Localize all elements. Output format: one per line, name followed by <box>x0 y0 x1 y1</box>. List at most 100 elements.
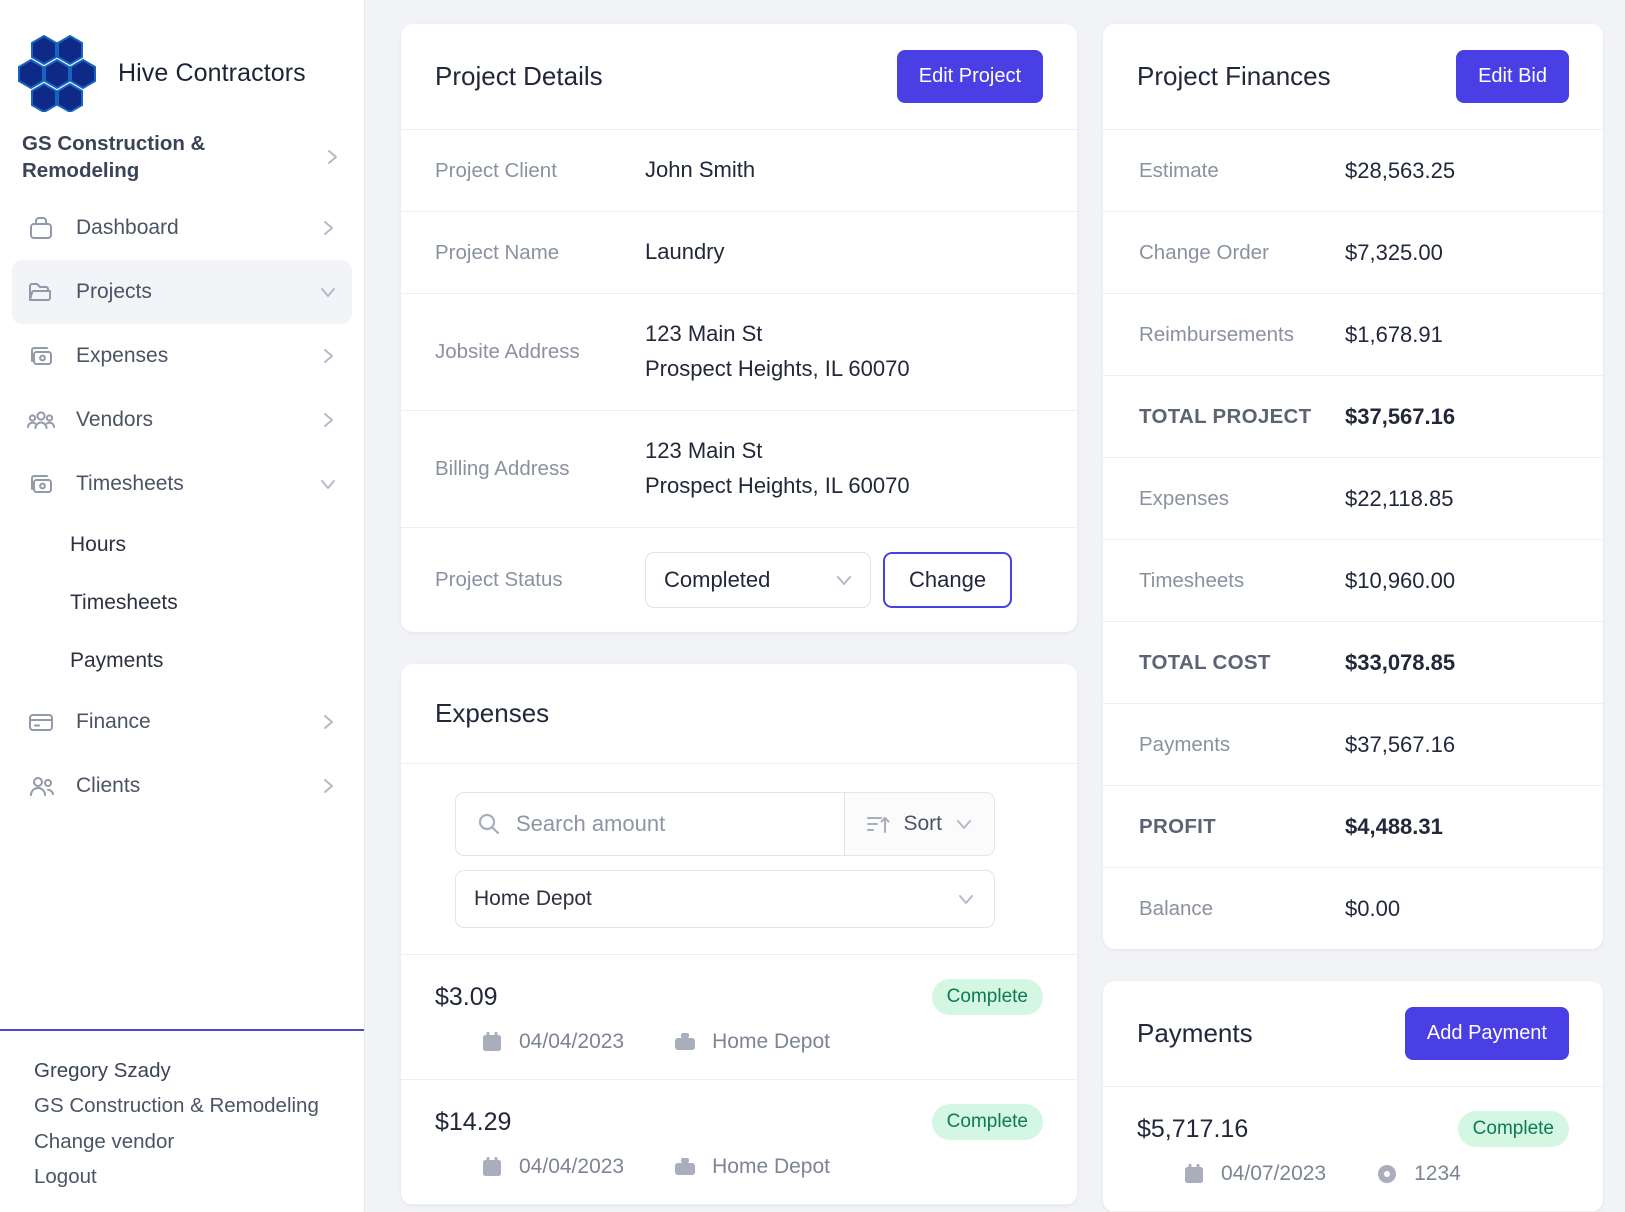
page-title: Project Details <box>435 61 603 91</box>
expense-vendor: Home Depot <box>672 1029 830 1055</box>
sidebar-item-label: Projects <box>76 280 152 304</box>
project-status-select[interactable]: Completed <box>645 552 871 608</box>
expense-date-text: 04/04/2023 <box>519 1155 625 1178</box>
sidebar-item-finance[interactable]: Finance <box>12 690 352 754</box>
sidebar-item-dashboard[interactable]: Dashboard <box>12 196 352 260</box>
finance-row: Timesheets $10,960.00 <box>1103 540 1603 622</box>
chevron-right-icon <box>318 410 338 430</box>
detail-row-jobsite-address: Jobsite Address 123 Main St Prospect Hei… <box>401 294 1077 411</box>
change-status-button[interactable]: Change <box>883 552 1013 608</box>
payment-date-text: 04/07/2023 <box>1221 1162 1327 1186</box>
expense-row-meta: 04/04/2023 Home Depot <box>435 1029 1043 1055</box>
expense-vendor-text: Home Depot <box>712 1155 830 1178</box>
briefcase-icon <box>672 1029 698 1055</box>
money-stack-icon <box>26 469 56 499</box>
finance-label: Timesheets <box>1139 568 1245 592</box>
expenses-search-row: Sort <box>455 792 995 856</box>
chevron-right-icon <box>318 776 338 796</box>
finance-value: $0.00 <box>1345 896 1401 921</box>
detail-row-billing-address: Billing Address 123 Main St Prospect Hei… <box>401 411 1077 528</box>
expense-row-meta: 04/04/2023 Home Depot <box>435 1154 1043 1180</box>
detail-row-client: Project Client John Smith <box>401 130 1077 212</box>
payment-row-meta: 04/07/2023 1234 <box>1137 1161 1569 1187</box>
expense-date: 04/04/2023 <box>479 1154 624 1180</box>
finance-row-total-project: TOTAL PROJECT $37,567.16 <box>1103 376 1603 458</box>
add-payment-button[interactable]: Add Payment <box>1404 1007 1569 1061</box>
sidebar-subitem-hours[interactable]: Hours <box>0 516 364 574</box>
chevron-down-icon <box>318 474 338 494</box>
sidebar-item-expenses[interactable]: Expenses <box>12 324 352 388</box>
finance-label: Estimate <box>1139 158 1219 182</box>
sidebar-item-label: Dashboard <box>76 216 179 240</box>
expense-amount: $3.09 <box>435 982 498 1011</box>
detail-value: Laundry <box>645 239 725 265</box>
sidebar-subitem-label: Timesheets <box>70 591 178 615</box>
finance-row: Reimbursements $1,678.91 <box>1103 294 1603 376</box>
sidebar-nav: Dashboard Projects Expenses Vendors Time… <box>0 194 364 818</box>
sidebar-org-selector[interactable]: GS Construction & Remodeling <box>0 120 364 194</box>
expense-row-top: $14.29 Complete <box>435 1104 1043 1140</box>
chevron-down-icon <box>954 814 974 834</box>
calendar-icon <box>479 1029 505 1055</box>
sort-icon <box>865 811 891 837</box>
detail-label: Project Name <box>435 240 560 264</box>
people-group-icon <box>26 405 56 435</box>
finance-row: Estimate $28,563.25 <box>1103 130 1603 212</box>
payment-row[interactable]: $5,717.16 Complete 04/07/2023 1234 <box>1103 1087 1603 1212</box>
chevron-down-icon <box>956 889 976 909</box>
expense-row[interactable]: $14.29 Complete 04/04/2023 Home Depot <box>401 1080 1077 1205</box>
payments-card: Payments Add Payment $5,717.16 Complete <box>1103 981 1603 1212</box>
sidebar-item-label: Timesheets <box>76 472 184 496</box>
coin-icon <box>1374 1161 1400 1187</box>
vendor-filter-select[interactable]: Home Depot <box>455 870 995 928</box>
folder-icon <box>26 277 56 307</box>
chevron-right-icon <box>318 346 338 366</box>
finance-value: $37,567.16 <box>1345 403 1456 429</box>
hexagon-honeycomb-logo-icon <box>18 34 100 114</box>
status-badge: Complete <box>931 1104 1043 1140</box>
sidebar-item-projects[interactable]: Projects <box>12 260 352 325</box>
payment-reference: 1234 <box>1374 1161 1461 1187</box>
detail-label: Project Client <box>435 158 557 182</box>
detail-value: John Smith <box>645 157 756 183</box>
search-input[interactable] <box>516 811 825 837</box>
chevron-right-icon <box>322 147 342 167</box>
sidebar-subitem-payments[interactable]: Payments <box>0 632 364 690</box>
edit-project-button[interactable]: Edit Project <box>896 50 1043 103</box>
finance-value: $28,563.25 <box>1345 157 1456 183</box>
sidebar-item-vendors[interactable]: Vendors <box>12 388 352 452</box>
finance-value: $33,078.85 <box>1345 649 1456 675</box>
finance-label: TOTAL PROJECT <box>1139 404 1312 428</box>
logout-link[interactable]: Logout <box>34 1159 364 1194</box>
brand: Hive Contractors <box>0 0 364 120</box>
finance-label: Balance <box>1139 897 1214 920</box>
user-name: Gregory Szady <box>34 1059 171 1082</box>
finance-label: PROFIT <box>1139 814 1216 838</box>
address-line-1: 123 Main St <box>645 321 763 347</box>
expense-row-top: $3.09 Complete <box>435 979 1043 1015</box>
expense-row[interactable]: $3.09 Complete 04/04/2023 Home Depot <box>401 955 1077 1080</box>
sidebar-item-timesheets[interactable]: Timesheets <box>12 452 352 516</box>
change-vendor-link[interactable]: Change vendor <box>34 1124 364 1159</box>
chevron-right-icon <box>318 712 338 732</box>
expense-amount: $14.29 <box>435 1107 512 1136</box>
sidebar-item-clients[interactable]: Clients <box>12 754 352 818</box>
chevron-down-icon <box>318 282 338 302</box>
finance-label: Change Order <box>1139 240 1269 264</box>
sort-button[interactable]: Sort <box>844 793 994 855</box>
expense-vendor: Home Depot <box>672 1154 830 1180</box>
project-status-value: Completed <box>664 567 771 592</box>
sidebar-subitem-timesheets[interactable]: Timesheets <box>0 574 364 632</box>
project-finances-card: Project Finances Edit Bid Estimate $28,5… <box>1103 24 1603 950</box>
status-badge: Complete <box>1457 1111 1569 1148</box>
finance-value: $37,567.16 <box>1345 731 1456 757</box>
detail-label: Project Status <box>435 568 563 591</box>
finance-value: $1,678.91 <box>1345 321 1443 347</box>
finance-row-profit: PROFIT $4,488.31 <box>1103 786 1603 868</box>
edit-bid-button[interactable]: Edit Bid <box>1456 50 1569 103</box>
detail-value: 123 Main St Prospect Heights, IL 60070 <box>645 317 910 387</box>
app-root: Hive Contractors GS Construction & Remod… <box>0 0 1625 1212</box>
search-field <box>456 793 844 855</box>
payment-amount: $5,717.16 <box>1137 1114 1249 1143</box>
finance-label: Payments <box>1139 732 1231 756</box>
